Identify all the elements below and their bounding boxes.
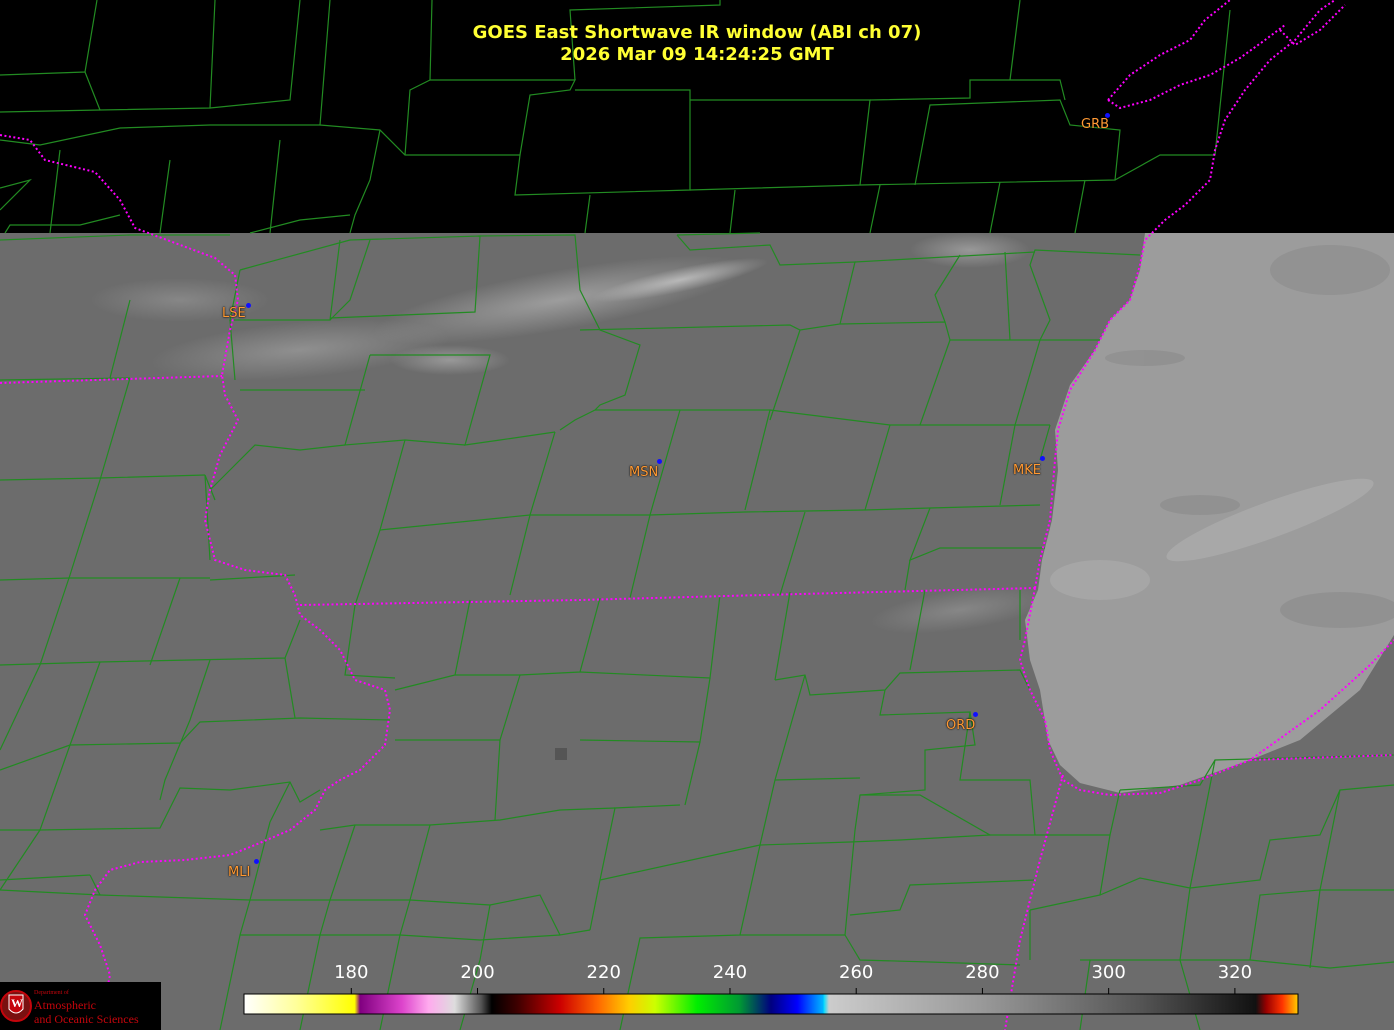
colorbar-gradient (243, 993, 1299, 1015)
aos-logo: W Department of Atmospheric and Oceanic … (0, 982, 161, 1030)
station-dot (254, 859, 259, 864)
crest-letter: W (11, 996, 23, 1010)
station-dot (1040, 456, 1045, 461)
station-label: GRB (1081, 117, 1110, 132)
colorbar-tick-label: 180 (334, 962, 369, 983)
colorbar-tick-label: 300 (1091, 962, 1126, 983)
station-label: LSE (222, 306, 246, 321)
station-label: MSN (629, 465, 659, 480)
logo-department: Department of (34, 990, 69, 996)
logo-line-1: Atmospheric (34, 998, 96, 1012)
station-dot (246, 303, 251, 308)
station-label: ORD (946, 718, 976, 733)
station-dot (657, 459, 662, 464)
colorbar-tick-label: 200 (460, 962, 495, 983)
station-label: MKE (1013, 463, 1041, 478)
image-title: GOES East Shortwave IR window (ABI ch 07… (472, 22, 922, 43)
colorbar-tick-label: 320 (1217, 962, 1253, 983)
station-dot (973, 712, 978, 717)
image-timestamp: 2026 Mar 09 14:24:25 GMT (560, 44, 834, 65)
colorbar-tick-label: 280 (965, 962, 1000, 983)
logo-line-2: and Oceanic Sciences (34, 1012, 139, 1026)
satellite-map[interactable] (0, 0, 1394, 1030)
colorbar-tick-label: 220 (586, 962, 621, 983)
colorbar-tick-label: 240 (712, 962, 748, 983)
colorbar-tick-label: 260 (839, 962, 874, 983)
station-label: MLI (228, 865, 251, 880)
